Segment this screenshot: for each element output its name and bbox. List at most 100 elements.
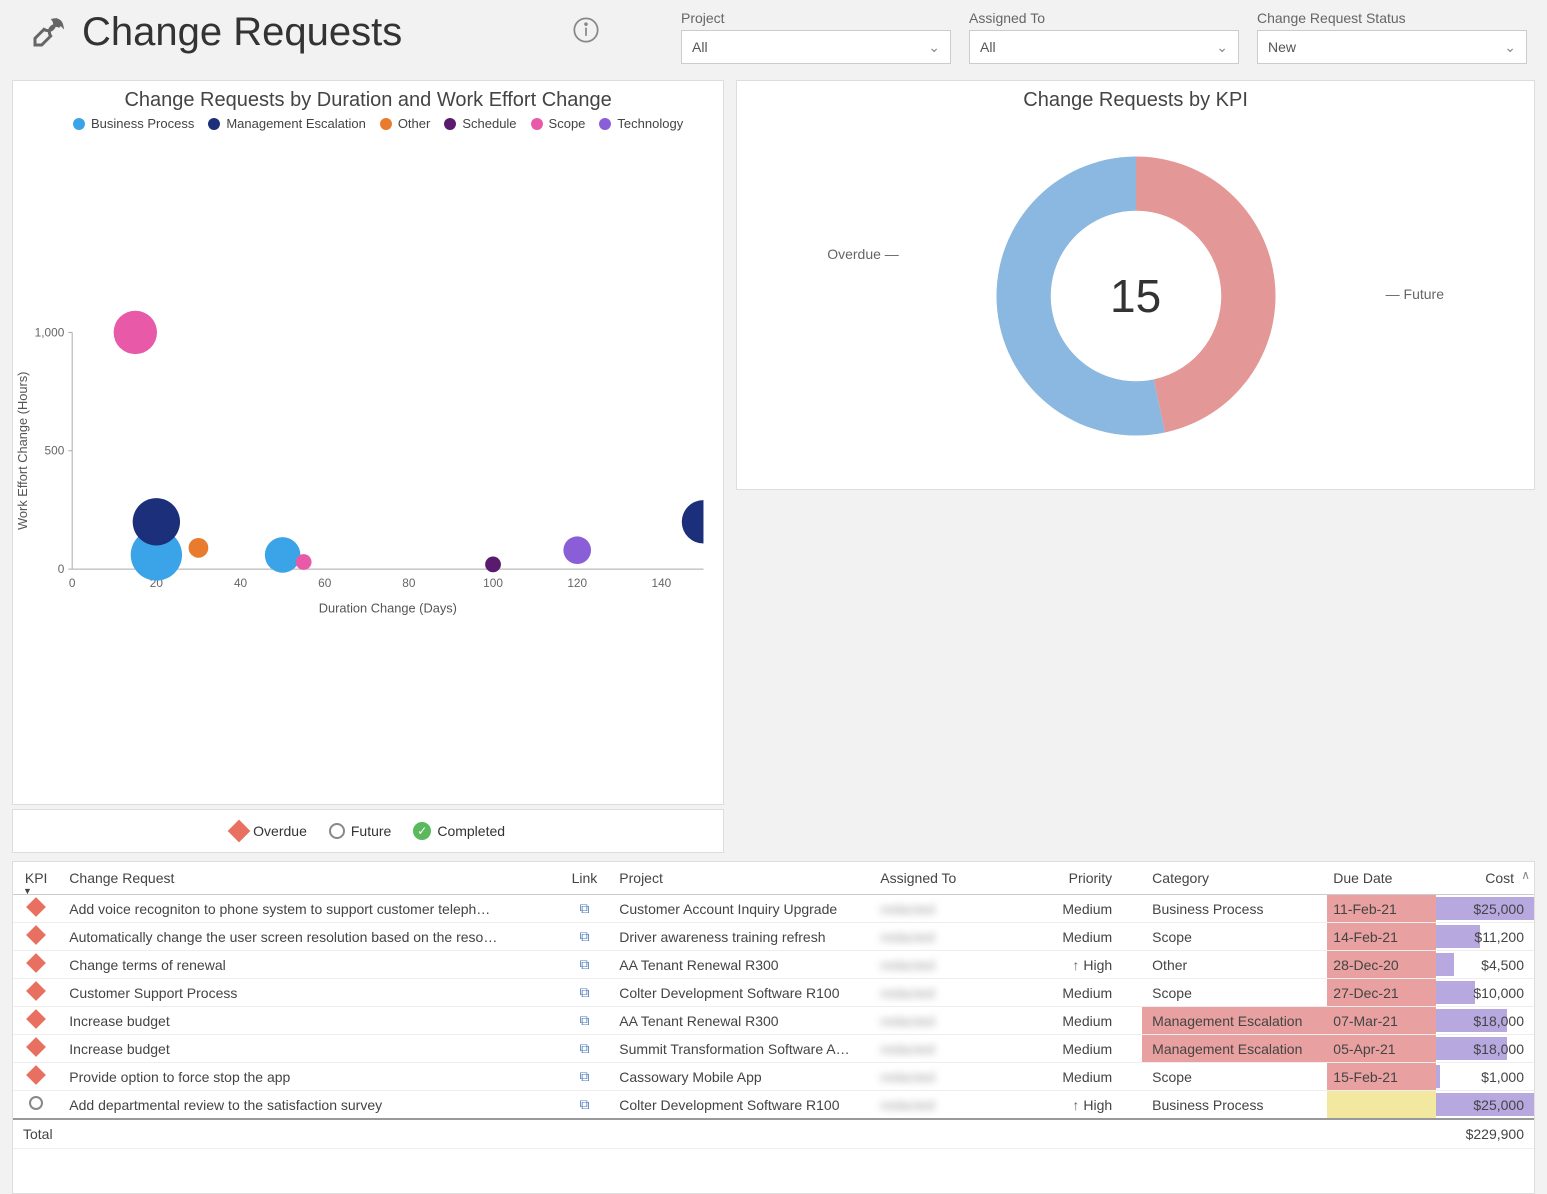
arrow-up-icon: ↑ xyxy=(1072,1097,1079,1113)
chevron-down-icon: ⌄ xyxy=(1503,39,1516,56)
col-kpi[interactable]: KPI xyxy=(13,862,59,895)
cell-link[interactable]: ⧉ xyxy=(560,1007,610,1035)
cell-link[interactable]: ⧉ xyxy=(560,951,610,979)
table-row[interactable]: Add departmental review to the satisfact… xyxy=(13,1091,1534,1120)
filter-project: Project All ⌄ xyxy=(681,10,951,64)
legend-item[interactable]: Scope xyxy=(531,116,586,131)
legend-item[interactable]: Other xyxy=(380,116,431,131)
cell-link[interactable]: ⧉ xyxy=(560,895,610,923)
cell-priority: Medium xyxy=(1012,1035,1143,1063)
col-assigned[interactable]: Assigned To xyxy=(870,862,1011,895)
link-icon[interactable]: ⧉ xyxy=(579,1068,589,1084)
cell-kpi xyxy=(13,979,59,1007)
col-priority[interactable]: Priority xyxy=(1012,862,1143,895)
cell-project: Summit Transformation Software A… xyxy=(609,1035,870,1063)
cell-priority: Medium xyxy=(1012,923,1143,951)
svg-text:500: 500 xyxy=(45,444,65,458)
cell-link[interactable]: ⧉ xyxy=(560,1091,610,1120)
donut-wrap[interactable]: 15 Overdue — — Future xyxy=(737,116,1534,476)
cell-due: 14-Feb-21 xyxy=(1327,923,1436,951)
table-row[interactable]: Add voice recogniton to phone system to … xyxy=(13,895,1534,923)
legend-text: Technology xyxy=(617,116,683,131)
cell-cost: $25,000 xyxy=(1436,895,1534,923)
table-row[interactable]: Increase budget ⧉ Summit Transformation … xyxy=(13,1035,1534,1063)
cell-category: Business Process xyxy=(1142,895,1327,923)
link-icon[interactable]: ⧉ xyxy=(579,1040,589,1056)
scatter-chart: 05001,000020406080100120140Duration Chan… xyxy=(13,137,723,804)
link-icon[interactable]: ⧉ xyxy=(579,1012,589,1028)
cell-assigned: redacted xyxy=(870,979,1011,1007)
cell-cost: $25,000 xyxy=(1436,1091,1534,1120)
dot-icon xyxy=(444,118,456,130)
table-row[interactable]: Automatically change the user screen res… xyxy=(13,923,1534,951)
link-icon[interactable]: ⧉ xyxy=(579,900,589,916)
cell-link[interactable]: ⧉ xyxy=(560,979,610,1007)
scatter-card: Change Requests by Duration and Work Eff… xyxy=(12,80,724,805)
cell-kpi xyxy=(13,1007,59,1035)
col-category[interactable]: Category xyxy=(1142,862,1327,895)
cell-due: 15-Feb-21 xyxy=(1327,1063,1436,1091)
cell-category: Scope xyxy=(1142,923,1327,951)
scatter-area[interactable]: 05001,000020406080100120140Duration Chan… xyxy=(13,137,723,804)
col-cr[interactable]: Change Request xyxy=(59,862,559,895)
cell-link[interactable]: ⧉ xyxy=(560,923,610,951)
assigned-select[interactable]: All ⌄ xyxy=(969,30,1239,64)
col-cost[interactable]: Cost xyxy=(1436,862,1534,895)
info-icon[interactable] xyxy=(572,16,600,49)
legend-item[interactable]: Management Escalation xyxy=(208,116,365,131)
table-footer-row: Total $229,900 xyxy=(13,1119,1534,1149)
scatter-title: Change Requests by Duration and Work Eff… xyxy=(13,81,723,116)
cell-cr: Add voice recogniton to phone system to … xyxy=(59,895,559,923)
link-icon[interactable]: ⧉ xyxy=(579,984,589,1000)
diamond-icon xyxy=(26,1065,46,1085)
select-value: All xyxy=(692,39,708,55)
cell-kpi xyxy=(13,1091,59,1120)
cell-assigned: redacted xyxy=(870,1091,1011,1120)
legend-overdue: Overdue xyxy=(231,823,307,839)
cell-project: Colter Development Software R100 xyxy=(609,979,870,1007)
col-project[interactable]: Project xyxy=(609,862,870,895)
cell-cost: $18,000 xyxy=(1436,1035,1534,1063)
circle-icon xyxy=(329,823,345,839)
cell-due: 27-Dec-21 xyxy=(1327,979,1436,1007)
project-select[interactable]: All ⌄ xyxy=(681,30,951,64)
legend-item[interactable]: Business Process xyxy=(73,116,194,131)
cell-due: 05-Apr-21 xyxy=(1327,1035,1436,1063)
circle-icon xyxy=(29,1096,43,1110)
label-text: Future xyxy=(1404,286,1444,302)
legend-item[interactable]: Schedule xyxy=(444,116,516,131)
cell-assigned: redacted xyxy=(870,895,1011,923)
cell-link[interactable]: ⧉ xyxy=(560,1063,610,1091)
table-row[interactable]: Provide option to force stop the app ⧉ C… xyxy=(13,1063,1534,1091)
svg-text:Duration Change (Days): Duration Change (Days) xyxy=(319,601,457,616)
status-select[interactable]: New ⌄ xyxy=(1257,30,1527,64)
link-icon[interactable]: ⧉ xyxy=(579,1096,589,1112)
svg-text:140: 140 xyxy=(652,576,672,590)
dot-icon xyxy=(380,118,392,130)
cell-kpi xyxy=(13,895,59,923)
svg-text:0: 0 xyxy=(69,576,76,590)
table-row[interactable]: Increase budget ⧉ AA Tenant Renewal R300… xyxy=(13,1007,1534,1035)
cell-due: 28-Dec-20 xyxy=(1327,951,1436,979)
table-row[interactable]: Customer Support Process ⧉ Colter Develo… xyxy=(13,979,1534,1007)
table-body: Add voice recogniton to phone system to … xyxy=(13,895,1534,1120)
svg-text:1,000: 1,000 xyxy=(35,325,65,339)
cell-cr: Change terms of renewal xyxy=(59,951,559,979)
cell-priority: ↑High xyxy=(1012,1091,1143,1120)
select-value: New xyxy=(1268,39,1296,55)
col-link[interactable]: Link xyxy=(560,862,610,895)
col-due[interactable]: Due Date xyxy=(1327,862,1436,895)
filter-assigned: Assigned To All ⌄ xyxy=(969,10,1239,64)
wrench-icon xyxy=(30,10,70,55)
cell-project: Colter Development Software R100 xyxy=(609,1091,870,1120)
cell-project: Customer Account Inquiry Upgrade xyxy=(609,895,870,923)
table-row[interactable]: Change terms of renewal ⧉ AA Tenant Rene… xyxy=(13,951,1534,979)
label-text: Overdue xyxy=(827,246,881,262)
table-card: ∧ KPI Change Request Link Project Assign… xyxy=(12,861,1535,1194)
link-icon[interactable]: ⧉ xyxy=(579,956,589,972)
cell-cost: $18,000 xyxy=(1436,1007,1534,1035)
link-icon[interactable]: ⧉ xyxy=(579,928,589,944)
cell-link[interactable]: ⧉ xyxy=(560,1035,610,1063)
legend-text: Scope xyxy=(549,116,586,131)
legend-item[interactable]: Technology xyxy=(599,116,683,131)
